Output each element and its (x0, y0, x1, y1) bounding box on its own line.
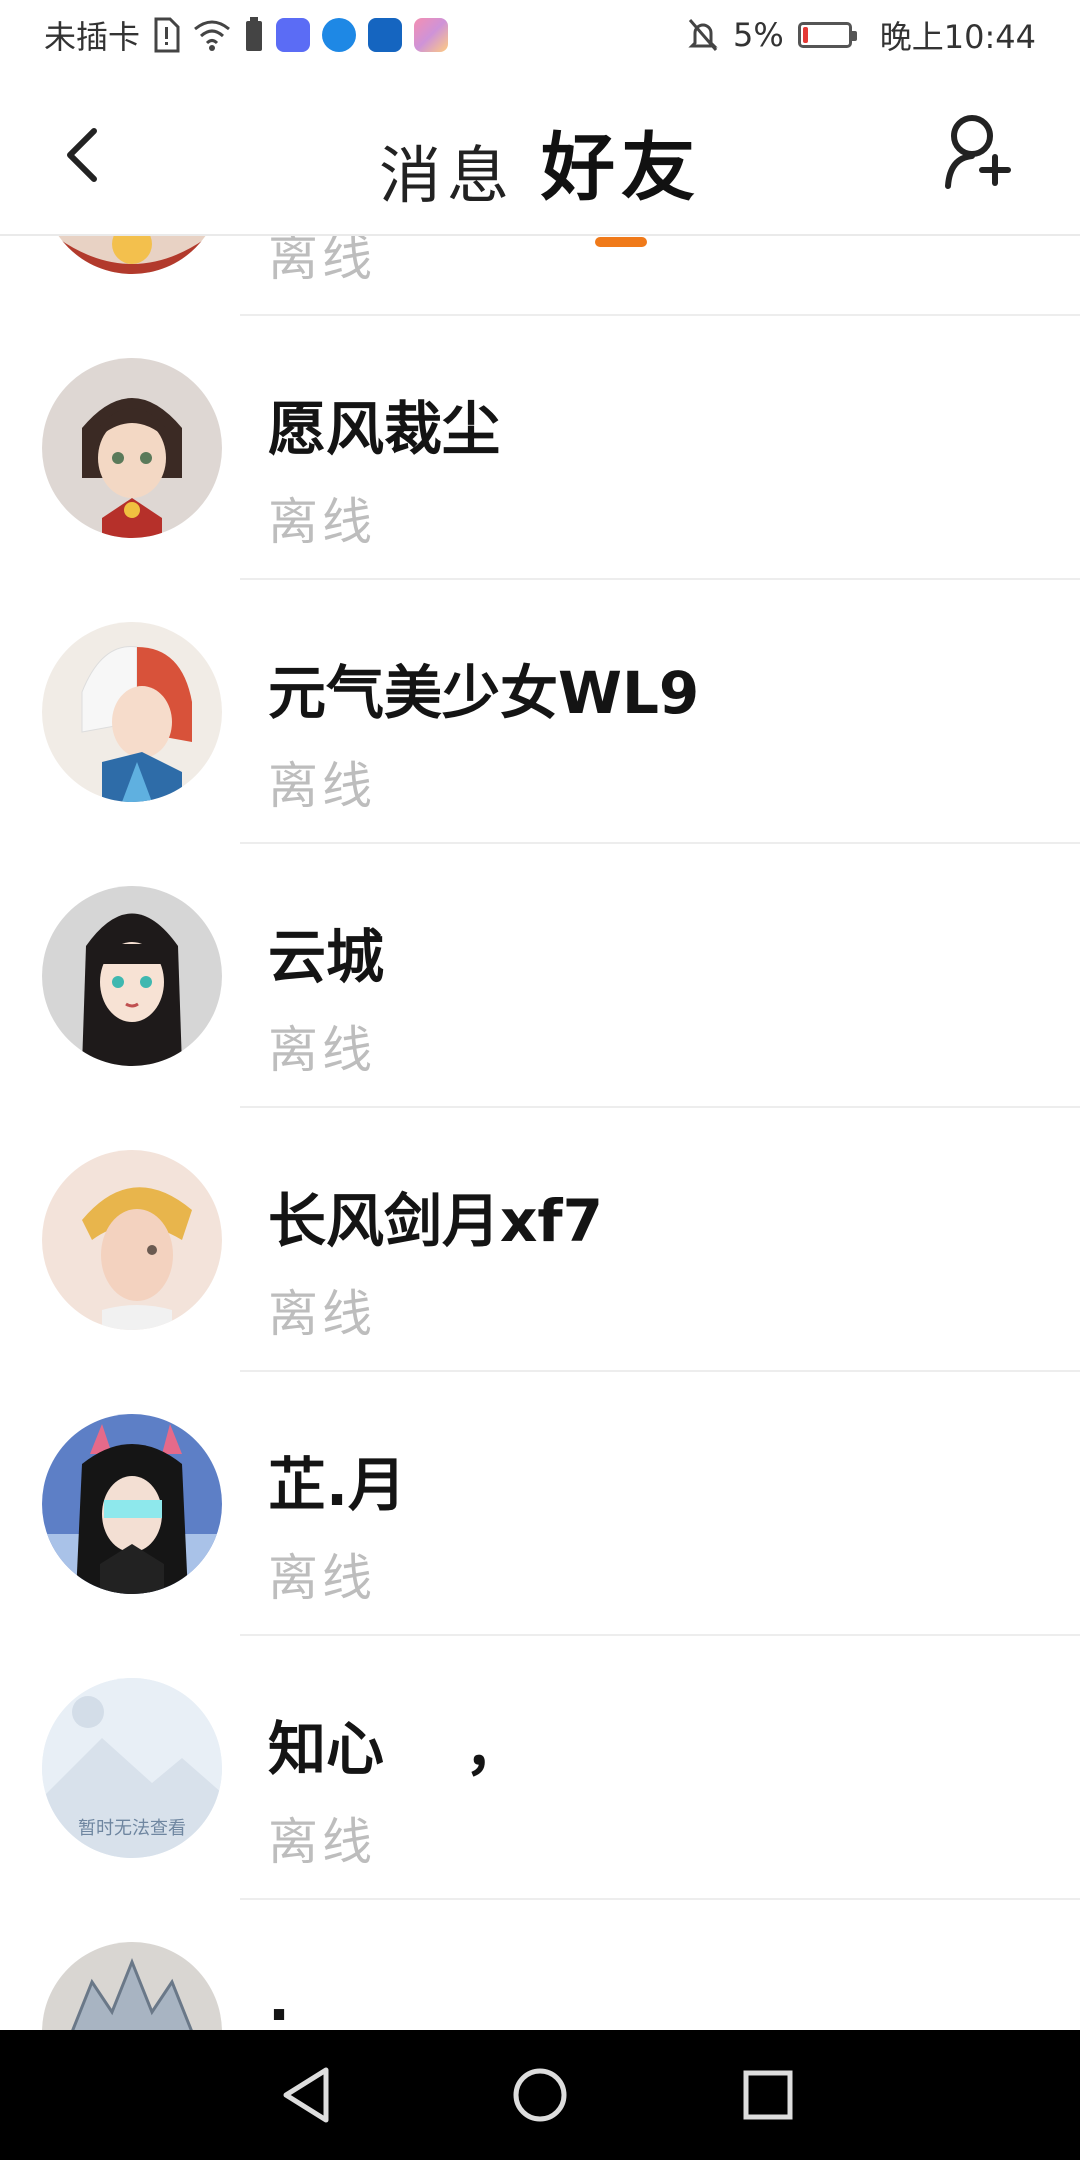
browser-app-icon (322, 18, 357, 52)
wifi-icon (194, 20, 230, 51)
weather-app-icon (368, 18, 403, 52)
tab-bar: 消息 好友 (0, 108, 1080, 247)
friend-name: 元气美少女WL9 (268, 659, 700, 727)
friend-name: 长风剑月xf7 (268, 1187, 604, 1255)
battery-level (802, 27, 808, 43)
friend-row[interactable]: 愿风裁尘 离线 (0, 316, 1080, 580)
clock: 晚上10:44 (879, 18, 1036, 56)
friend-row[interactable]: 暂时无法查看 知心 ， 离线 (0, 1636, 1080, 1900)
avatar (42, 622, 222, 802)
tab-messages[interactable]: 消息 (379, 125, 515, 215)
add-user-icon (945, 115, 1011, 189)
friend-row[interactable]: . (0, 1900, 1080, 2030)
music-app-icon (276, 18, 311, 52)
status-bar: 未插卡 5% 晚上10:44 (0, 0, 1080, 72)
friend-status: 离线 (268, 1285, 376, 1343)
avatar (42, 1150, 222, 1330)
system-nav-bar (0, 2030, 1080, 2160)
add-friend-button[interactable] (942, 112, 1014, 192)
tab-friends-label: 好友 (541, 125, 701, 211)
avatar: 暂时无法查看 (42, 1678, 222, 1858)
friend-status: 离线 (268, 1549, 376, 1607)
avatar (42, 1942, 222, 2030)
friend-name: 知心 ， (268, 1715, 523, 1783)
friend-row[interactable]: 离线 (0, 236, 1080, 316)
recents-square-icon[interactable] (733, 2060, 803, 2130)
friend-row[interactable]: 长风剑月xf7 离线 (0, 1108, 1080, 1372)
friend-name: . (268, 1966, 291, 2030)
header: 消息 好友 (0, 72, 1080, 247)
home-circle-icon[interactable] (505, 2060, 575, 2130)
mute-icon (688, 19, 718, 51)
friend-name: 云城 (268, 923, 385, 991)
avatar (42, 1414, 222, 1594)
status-right: 5% 晚上10:44 (687, 12, 1036, 58)
friend-status: 离线 (268, 236, 376, 287)
friend-list: 离线 愿风裁尘 离线 元气美少女WL9 离线 云城 离线 长风剑月xf7 离线 (0, 236, 1080, 2030)
tab-friends[interactable]: 好友 (541, 108, 701, 247)
status-left: 未插卡 (44, 12, 449, 58)
friend-name: 芷.月 (268, 1451, 407, 1519)
friend-name: 愿风裁尘 (268, 395, 501, 463)
gallery-app-icon (414, 18, 449, 52)
friend-status: 离线 (268, 757, 376, 815)
friend-status: 离线 (268, 1813, 376, 1871)
carrier-label: 未插卡 (44, 18, 141, 56)
friend-status: 离线 (268, 1021, 376, 1079)
sim-alert-icon (154, 17, 180, 53)
back-triangle-icon[interactable] (272, 2060, 342, 2130)
avatar (42, 236, 222, 274)
friend-status: 离线 (268, 493, 376, 551)
battery-icon (797, 22, 857, 48)
battery-saver-icon (246, 17, 263, 51)
friend-row[interactable]: 云城 离线 (0, 844, 1080, 1108)
avatar (42, 358, 222, 538)
avatar (42, 886, 222, 1066)
battery-percent: 5% (733, 16, 784, 54)
friend-row[interactable]: 元气美少女WL9 离线 (0, 580, 1080, 844)
friend-row[interactable]: 芷.月 离线 (0, 1372, 1080, 1636)
placeholder-avatar-text: 暂时无法查看 (78, 1818, 186, 1839)
